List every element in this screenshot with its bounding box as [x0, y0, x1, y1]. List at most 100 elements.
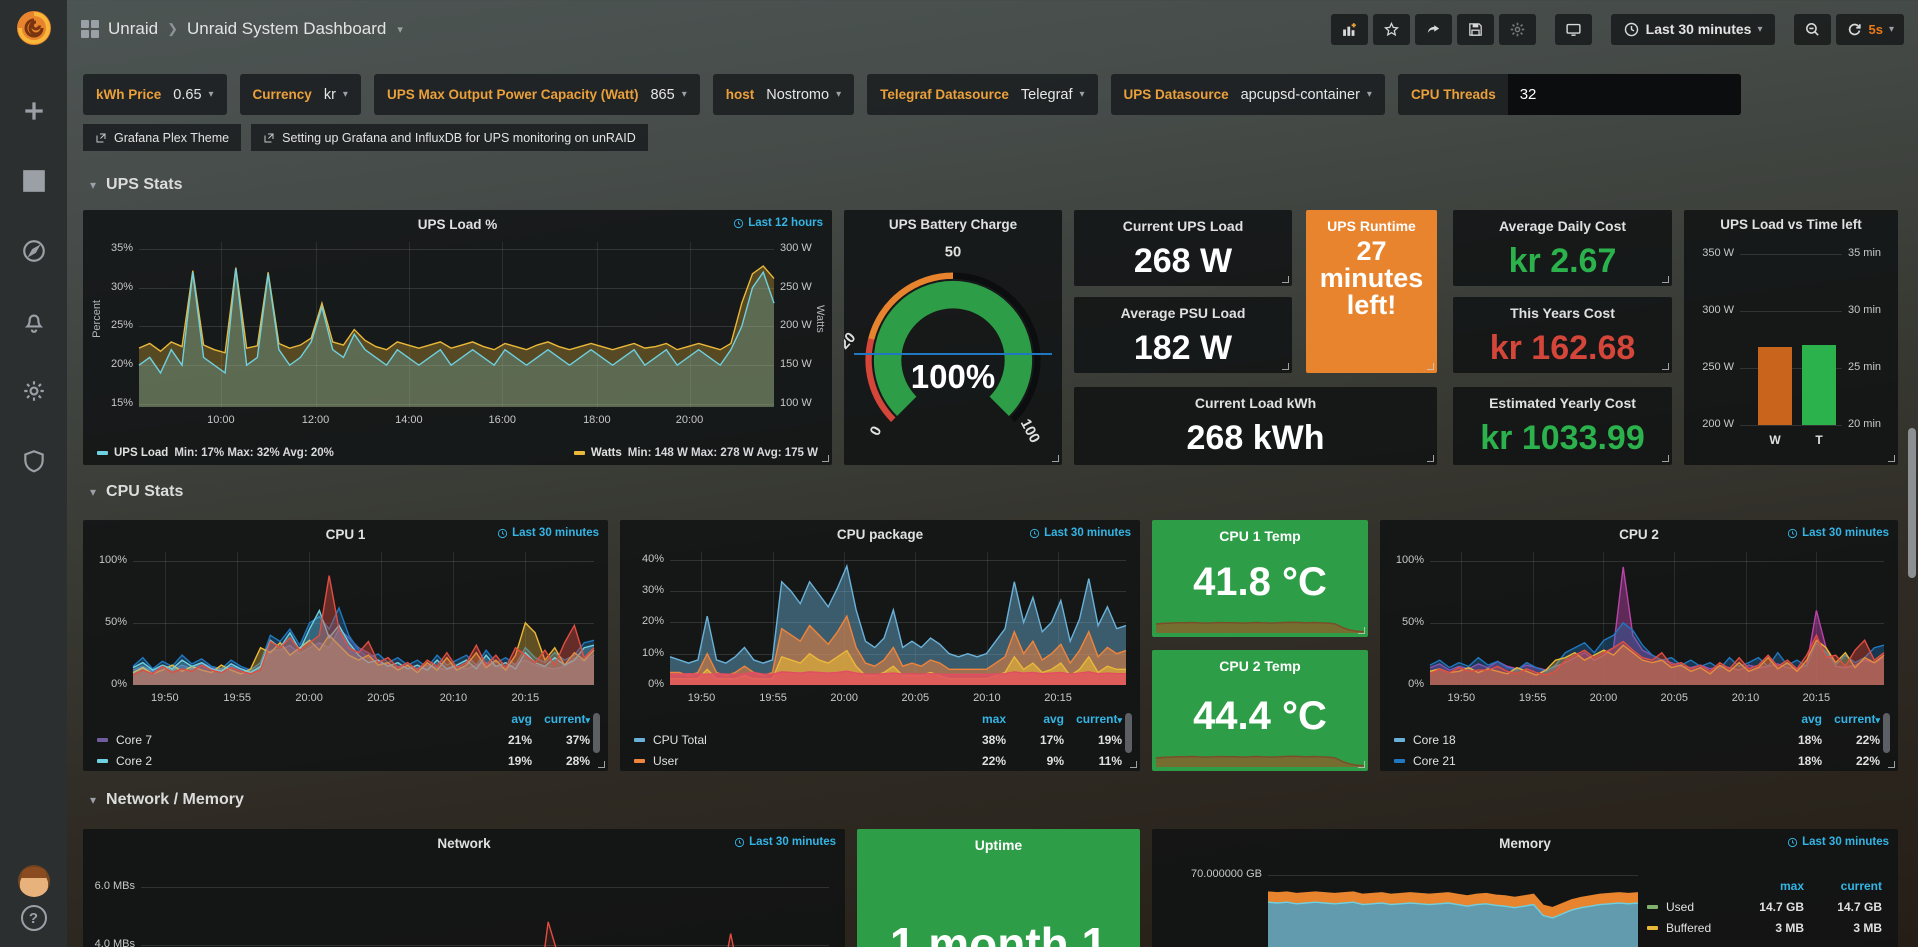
refresh-button[interactable]: 5s ▾ [1836, 14, 1905, 45]
panel-memory: MemoryLast 30 minutes70.000000 GB60.0000… [1152, 829, 1898, 947]
breadcrumb-root[interactable]: Unraid [108, 19, 158, 39]
add-panel-button[interactable] [1331, 14, 1368, 45]
legend-sort-avg[interactable]: avg [1764, 712, 1822, 726]
caret-down-icon: ▾ [1080, 89, 1085, 100]
stat-value: 1 month 1 [857, 917, 1140, 947]
temp-sparkline [1156, 597, 1364, 633]
variable-value[interactable]: apcupsd-container▾ [1241, 87, 1372, 103]
panel-title[interactable]: UPS Load % [83, 217, 832, 232]
x-axis-tick: 10:00 [207, 414, 235, 426]
variable-currency[interactable]: Currencykr▾ [240, 74, 361, 115]
panel-time-range[interactable]: Last 30 minutes [1787, 527, 1889, 539]
section-header-network-memory[interactable]: ▾Network / Memory [90, 791, 244, 809]
legend-series-toggle[interactable]: Buffered [1647, 921, 1726, 935]
stat-title: Average Daily Cost [1453, 218, 1672, 234]
legend-value: 14.7 GB [1726, 900, 1804, 914]
scrollbar-thumb[interactable] [1908, 428, 1916, 578]
star-button[interactable] [1373, 14, 1410, 45]
legend-sort-current[interactable]: current▾ [532, 712, 590, 726]
panel-title[interactable]: UPS Load vs Time left [1684, 217, 1898, 232]
legend-series-toggle[interactable]: CPU Total [634, 733, 948, 747]
x-axis-tick: 18:00 [583, 414, 611, 426]
share-button[interactable] [1415, 14, 1452, 45]
section-header-ups-stats[interactable]: ▾UPS Stats [90, 176, 183, 194]
variable-telegraf-datasource[interactable]: Telegraf DatasourceTelegraf▾ [867, 74, 1097, 115]
stat-value: 268 W [1074, 242, 1292, 281]
clock-icon [1029, 528, 1040, 539]
variable-ups-max-output[interactable]: UPS Max Output Power Capacity (Watt)865▾ [374, 74, 700, 115]
variable-value[interactable]: Nostromo▾ [766, 87, 841, 103]
legend-value: 14.7 GB [1804, 900, 1882, 914]
tv-cycle-button[interactable] [1555, 14, 1592, 45]
panel-time-range[interactable]: Last 30 minutes [1787, 836, 1889, 848]
variable-ups-datasource[interactable]: UPS Datasourceapcupsd-container▾ [1111, 74, 1385, 115]
legend-sort-max[interactable]: max [948, 712, 1006, 726]
section-header-cpu-stats[interactable]: ▾CPU Stats [90, 483, 183, 501]
time-range-caret-icon: ▾ [1757, 24, 1762, 35]
zoom-out-button[interactable] [1794, 14, 1831, 45]
panel-this-years-cost: This Years Cost kr 162.68 [1453, 297, 1672, 373]
variable-kwh-price[interactable]: kWh Price0.65▾ [83, 74, 227, 115]
alerting-bell-icon[interactable] [21, 308, 47, 334]
save-button[interactable] [1457, 14, 1494, 45]
legend-scrollbar[interactable] [1883, 713, 1890, 753]
bar-T[interactable] [1802, 345, 1836, 425]
link-label: Grafana Plex Theme [114, 131, 229, 145]
panel-time-range[interactable]: Last 12 hours [733, 217, 823, 229]
cpu-threads-input[interactable] [1508, 74, 1741, 115]
panel-time-range[interactable]: Last 30 minutes [1029, 527, 1131, 539]
legend-series-toggle[interactable]: Core 18 [1394, 733, 1764, 747]
y-axis-tick: 40% [642, 553, 664, 565]
admin-shield-icon[interactable] [21, 448, 47, 474]
dashboards-icon[interactable] [21, 168, 47, 194]
legend-series-toggle[interactable]: Used [1647, 900, 1726, 914]
legend-sort-current[interactable]: current [1804, 879, 1882, 893]
dashboard-link-plex-theme[interactable]: Grafana Plex Theme [83, 124, 241, 151]
dashboard-link-ups-guide[interactable]: Setting up Grafana and InfluxDB for UPS … [251, 124, 648, 151]
breadcrumb-caret-icon[interactable]: ▾ [397, 23, 403, 36]
legend-swatch [97, 738, 108, 742]
variable-host[interactable]: hostNostromo▾ [713, 74, 854, 115]
variable-value[interactable]: 865▾ [650, 87, 686, 103]
time-range-picker[interactable]: Last 30 minutes ▾ [1611, 14, 1775, 45]
legend-series-toggle[interactable]: UPS LoadMin: 17% Max: 32% Avg: 20% [97, 447, 334, 459]
help-icon[interactable]: ? [21, 905, 47, 931]
dashboard-settings-button[interactable] [1499, 14, 1536, 45]
grafana-logo[interactable] [14, 8, 54, 48]
user-avatar[interactable] [18, 865, 50, 897]
page-scrollbar[interactable] [1908, 0, 1916, 947]
legend-series-toggle[interactable]: Core 21 [1394, 754, 1764, 768]
variable-value[interactable]: Telegraf▾ [1021, 87, 1085, 103]
variable-cpu-threads[interactable]: CPU Threads [1398, 74, 1741, 115]
caret-down-icon: ▾ [343, 89, 348, 100]
legend-sort-avg[interactable]: avg [474, 712, 532, 726]
configuration-gear-icon[interactable] [21, 378, 47, 404]
legend-sort-current[interactable]: current▾ [1822, 712, 1880, 726]
explore-compass-icon[interactable] [21, 238, 47, 264]
breadcrumb-current[interactable]: Unraid System Dashboard [187, 19, 386, 39]
legend-series-toggle[interactable]: WattsMin: 148 W Max: 278 W Avg: 175 W [574, 447, 818, 459]
legend-series-toggle[interactable]: Core 7 [97, 733, 474, 747]
create-plus-icon[interactable] [21, 98, 47, 124]
panel-title[interactable]: Network [83, 836, 845, 851]
panel-title[interactable]: UPS Battery Charge [844, 217, 1062, 232]
dashboard-grid-icon[interactable] [81, 20, 99, 38]
legend-sort-current[interactable]: current▾ [1064, 712, 1122, 726]
caret-down-icon: ▾ [682, 89, 687, 100]
y-axis-tick: 25% [111, 319, 133, 331]
legend-sort-avg[interactable]: avg [1006, 712, 1064, 726]
variable-value[interactable]: 0.65▾ [173, 87, 213, 103]
variable-value[interactable]: kr▾ [324, 87, 348, 103]
panel-time-range[interactable]: Last 30 minutes [734, 836, 836, 848]
legend-series-toggle[interactable]: User [634, 754, 948, 768]
y-axis-tick: 4.0 MBs [95, 938, 135, 947]
y-axis-tick: 6.0 MBs [95, 880, 135, 892]
bar-W[interactable] [1758, 347, 1792, 425]
legend-scrollbar[interactable] [1125, 713, 1132, 753]
panel-time-range[interactable]: Last 30 minutes [497, 527, 599, 539]
legend-series-toggle[interactable]: Core 2 [97, 754, 474, 768]
legend-sort-max[interactable]: max [1726, 879, 1804, 893]
legend-scrollbar[interactable] [593, 713, 600, 753]
x-axis-tick: 20:10 [1732, 692, 1760, 704]
clock-icon [1787, 528, 1798, 539]
